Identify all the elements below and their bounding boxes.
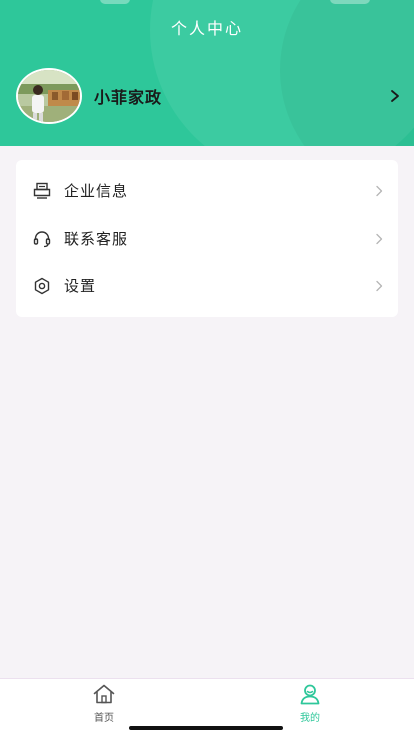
menu-item-customer-service[interactable]: 联系客服 xyxy=(16,215,398,262)
headset-icon xyxy=(33,230,51,247)
home-indicator xyxy=(129,726,283,730)
avatar[interactable] xyxy=(16,68,82,124)
chevron-right-icon xyxy=(376,185,383,196)
home-icon xyxy=(93,684,115,704)
gear-icon xyxy=(34,277,50,294)
chevron-right-icon[interactable] xyxy=(388,89,402,103)
profile-header: 个人中心 小菲家政 xyxy=(0,0,414,146)
chevron-right-icon xyxy=(376,280,383,291)
screen: 个人中心 小菲家政 企业信息 联系客服 设置 首页 我的 xyxy=(0,0,414,736)
menu-item-label: 联系客服 xyxy=(64,230,129,248)
tab-home[interactable]: 首页 xyxy=(74,683,134,727)
header-decoration xyxy=(100,0,130,4)
menu-item-settings[interactable]: 设置 xyxy=(16,262,398,309)
profile-row[interactable]: 小菲家政 xyxy=(16,68,406,124)
tab-label: 我的 xyxy=(300,713,320,724)
menu-item-label: 企业信息 xyxy=(64,182,129,200)
menu-card: 企业信息 联系客服 设置 xyxy=(16,160,398,317)
page-title: 个人中心 xyxy=(170,19,243,38)
tab-mine[interactable]: 我的 xyxy=(280,683,340,727)
menu-item-label: 设置 xyxy=(64,277,97,295)
avatar-photo xyxy=(18,70,80,122)
profile-name: 小菲家政 xyxy=(94,88,163,107)
tab-label: 首页 xyxy=(94,713,114,724)
printer-icon xyxy=(33,182,51,199)
menu-item-company-info[interactable]: 企业信息 xyxy=(16,167,398,214)
user-icon xyxy=(300,684,320,705)
header-decoration xyxy=(330,0,370,4)
chevron-right-icon xyxy=(376,233,383,244)
